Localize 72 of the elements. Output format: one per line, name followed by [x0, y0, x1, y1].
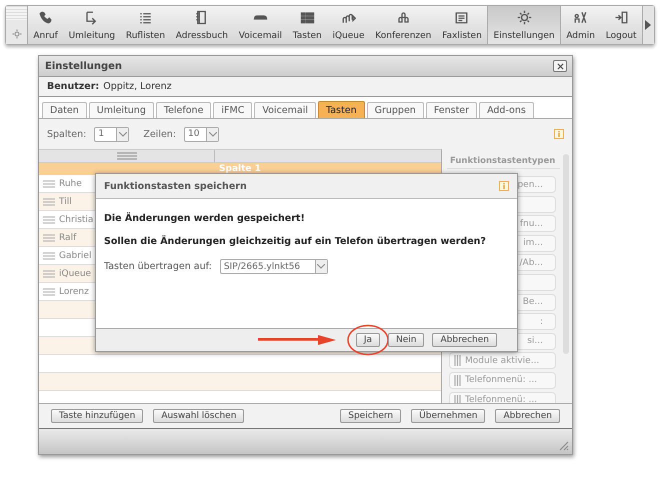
tab[interactable]: Tasten: [318, 101, 365, 118]
tab[interactable]: Fenster: [426, 102, 478, 118]
tab[interactable]: Gruppen: [366, 102, 424, 118]
people-group-icon: [396, 10, 411, 25]
toolbar-button[interactable]: Logout: [600, 6, 642, 44]
tab[interactable]: Add-ons: [479, 102, 534, 118]
gear-icon: [516, 10, 532, 25]
tab[interactable]: Umleitung: [88, 102, 154, 118]
scroll-right-button[interactable]: [642, 6, 654, 44]
chevron-down-icon: [118, 132, 127, 136]
drag-handle-icon: [43, 288, 55, 296]
key-list-icon: [300, 10, 315, 25]
drag-handle-icon: [43, 198, 55, 206]
grip-icon: [454, 355, 461, 366]
tab[interactable]: iFMC: [213, 102, 252, 118]
dialog-message: Die Änderungen werden gespeichert!: [104, 213, 306, 224]
toolbar-button[interactable]: Umleitung: [63, 6, 120, 44]
drag-handle-icon: [43, 234, 55, 242]
close-button[interactable]: [553, 60, 567, 72]
toolbar-button[interactable]: Adressbuch: [170, 6, 234, 44]
phone-handset-icon: [38, 10, 54, 25]
tab[interactable]: Voicemail: [254, 102, 316, 118]
toolbar-button[interactable]: Tasten: [287, 6, 328, 44]
chevron-down-icon: [317, 264, 326, 269]
drag-handle-icon[interactable]: [116, 152, 136, 160]
dialog-button[interactable]: Nein: [388, 333, 424, 347]
triangle-right-icon: [645, 20, 652, 30]
info-icon[interactable]: [554, 129, 564, 139]
fax-icon: [454, 10, 470, 25]
info-icon[interactable]: [499, 181, 509, 191]
user-label: Benutzer:: [47, 81, 100, 92]
footer-button[interactable]: Übernehmen: [411, 409, 486, 423]
dialog-button[interactable]: Abbrechen: [432, 333, 497, 347]
drag-handle-icon: [43, 180, 55, 188]
toolbar-button[interactable]: iQueue: [327, 6, 370, 44]
grip-icon: [454, 374, 461, 386]
close-icon: [556, 62, 564, 70]
drag-handle-icon: [43, 252, 55, 260]
tab[interactable]: Daten: [42, 102, 87, 118]
resize-grip-icon[interactable]: [557, 439, 569, 451]
footer-button[interactable]: Auswahl löschen: [153, 409, 244, 423]
user-name: Oppitz, Lorenz: [103, 81, 172, 92]
toolbar-button[interactable]: Faxlisten: [436, 6, 488, 44]
toolbar-button[interactable]: Anruf: [28, 6, 64, 44]
rows-select[interactable]: 10: [184, 126, 220, 142]
list-icon: [138, 10, 153, 25]
drag-handle-icon: [43, 270, 55, 278]
drag-handle-icon: [43, 216, 55, 224]
toolbar-handle[interactable]: [6, 6, 28, 44]
columns-select[interactable]: 1: [94, 126, 130, 142]
dialog-button[interactable]: Ja: [356, 333, 380, 347]
toolbar-button[interactable]: Admin: [560, 6, 600, 44]
window-title: Einstellungen: [45, 60, 122, 72]
dialog-title: Funktionstasten speichern: [104, 180, 247, 192]
chevron-down-icon: [208, 132, 217, 136]
toolbar-button[interactable]: Einstellungen: [487, 6, 561, 44]
admin-tools-icon: [573, 10, 588, 25]
phone-select[interactable]: SIP/2665.ylnkt56: [220, 259, 328, 274]
footer-button[interactable]: Abbrechen: [495, 409, 560, 423]
footer-button[interactable]: Speichern: [340, 409, 402, 423]
columns-label: Spalten:: [47, 128, 86, 140]
toolbar-button[interactable]: Konferenzen: [370, 6, 437, 44]
dialog-question: Sollen die Änderungen gleichzeitig auf ein Telefon übertragen werden?: [104, 236, 487, 247]
logout-door-icon: [614, 10, 629, 25]
toolbar-button[interactable]: Voicemail: [233, 6, 288, 44]
gear-icon: [12, 29, 22, 39]
toolbar-button[interactable]: Ruflisten: [120, 6, 170, 44]
footer-button[interactable]: Taste hinzufügen: [51, 409, 144, 423]
target-label: Tasten übertragen auf:: [104, 261, 212, 272]
tab[interactable]: Telefone: [156, 102, 212, 118]
panel-title: Funktionstastentypen: [447, 154, 560, 169]
rows-label: Zeilen:: [143, 128, 176, 140]
